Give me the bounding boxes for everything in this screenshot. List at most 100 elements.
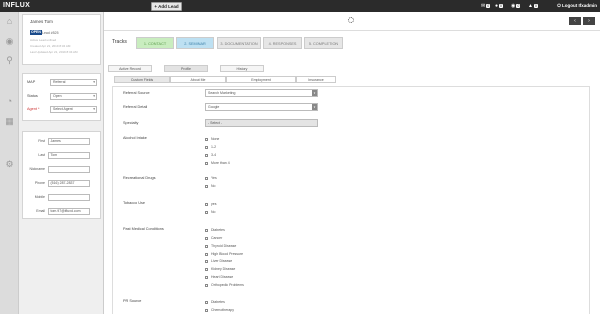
last-name-label: Last [38,153,45,157]
checkbox-option[interactable]: Heart Disease [205,275,233,281]
option-label: More than 4 [211,161,230,165]
checkbox-option[interactable]: None [205,137,219,143]
option-label: Heart Disease [211,275,234,279]
checkbox-icon [205,184,208,188]
next-lead-button[interactable]: › [583,17,595,25]
track-step-3-documentation[interactable]: 3. DOCUMENTATION [217,37,261,49]
nickname-input[interactable] [48,166,90,173]
pie-chart-icon[interactable]: ◔ [4,96,15,107]
checkbox-option[interactable]: Diabetes [205,228,225,234]
track-step-2-seminar[interactable]: 2. SEMINAR [176,37,214,49]
track-step-1-contact[interactable]: 1. CONTACT [136,37,174,49]
tab-history[interactable]: History [220,65,264,72]
last-name-row: Last Tom [23,152,102,160]
lead-meta-line: Created Apr 21, 2019 8:34 AM [30,44,71,48]
add-lead-button[interactable]: + Add Lead [151,2,182,11]
option-label: No [211,210,216,214]
tab-employment[interactable]: Employment [226,76,296,83]
checkbox-option[interactable]: yes [205,202,216,208]
checkbox-icon [205,252,208,256]
checkbox-option[interactable]: Thyroid Disease [205,244,236,250]
status-label: Status [27,94,38,98]
checkbox-icon [205,259,208,263]
prev-lead-button[interactable]: ‹ [569,17,581,25]
settings-icon[interactable]: ⚙ [4,159,15,170]
chat-indicator[interactable]: ● 0 [495,3,503,9]
checkbox-option[interactable]: Yes [205,176,217,182]
phone-input[interactable]: (516) 287-2837 [48,180,90,187]
checkbox-option[interactable]: Chemotherapy [205,308,234,314]
lead-summary-card: James Tom OPEN Lead #525 Active Lead unf… [22,14,101,65]
checkbox-option[interactable]: Orthopedic Problems [205,283,244,289]
referral-source-value: Search Marketing [208,91,236,95]
alert-icon: ▲ [528,3,533,9]
agent-select[interactable]: Select Agent [50,106,97,113]
specialty-select[interactable]: - Select - [205,119,318,127]
search-icon[interactable]: ⚲ [4,55,15,66]
mail-indicator[interactable]: ✉ 0 [481,3,491,9]
checkbox-option[interactable]: Diabetes [205,300,225,306]
option-label: Thyroid Disease [211,244,237,248]
calendar-icon[interactable]: ▦ [4,116,15,127]
home-icon[interactable]: ⌂ [4,16,15,27]
mobile-input[interactable] [48,194,90,201]
lead-name: James Tom [30,19,53,24]
logout-button[interactable]: ⏻ Logout Ifxadmin [557,3,597,8]
checkbox-icon [205,145,208,149]
first-name-row: First James [23,138,102,146]
logout-label: Logout Ifxadmin [562,3,597,8]
tab-active-record[interactable]: Active Record [108,65,152,72]
alert-count: 0 [533,4,538,8]
checkbox-option[interactable]: Cancer [205,236,222,242]
checkbox-icon [205,236,208,240]
option-label: Kidney Disease [211,267,236,271]
lead-meta-line: Active Lead unfixed [30,38,57,42]
checkbox-icon [205,202,208,206]
checkbox-option[interactable]: Liver Disease [205,259,232,265]
chevron-down-icon: ▾ [312,90,317,96]
alert-indicator[interactable]: ▲ 0 [528,3,538,9]
tab-insurance[interactable]: Insurance [296,76,336,83]
map-label: MAP [27,80,36,84]
status-select[interactable]: Open [50,93,97,100]
checkbox-option[interactable]: More than 4 [205,161,230,167]
checkbox-icon [205,308,208,312]
referral-source-select[interactable]: Search Marketing ▾ [205,89,318,97]
eye-icon[interactable]: ◉ [4,36,15,47]
lead-number: Lead #525 [42,31,59,35]
tab-custom-fields[interactable]: Custom Fields [114,76,170,83]
agent-field: Agent * Select Agent [23,106,102,114]
checkbox-icon [205,300,208,304]
checkbox-option[interactable]: No [205,184,215,190]
checkbox-option[interactable]: Kidney Disease [205,267,235,273]
track-step-4-responses[interactable]: 4. RESPONSES [263,37,302,49]
chat-count: 0 [499,4,503,8]
tab-profile[interactable]: Profile [164,65,208,72]
main-content: ‹ › Tracks 1. CONTACT 2. SEMINAR 3. DOCUME… [104,12,600,314]
checkbox-option[interactable]: No [205,210,215,216]
tab-about-me[interactable]: About Me [170,76,226,83]
checkbox-icon [205,228,208,232]
app-logo[interactable]: INFLUX [3,2,30,9]
first-name-input[interactable]: James [48,138,90,145]
specialty-label: Specialty [123,121,139,125]
checkbox-icon [205,275,208,279]
email-input[interactable]: tom.97@ifluxd.com [48,208,90,215]
referral-detail-select[interactable]: Google ▾ [205,103,318,111]
nickname-row: Nickname [23,166,102,174]
tracks-label: Tracks [112,39,127,45]
checkbox-icon [205,161,208,165]
track-step-5-completion[interactable]: 5. COMPLETION [304,37,343,49]
users-indicator[interactable]: ◉ 0 [511,3,521,9]
past-medical-label: Past Medical Conditions [123,227,164,231]
checkbox-icon [205,153,208,157]
checkbox-option[interactable]: 3-4 [205,153,216,159]
checkbox-option[interactable]: 1-2 [205,145,216,151]
checkbox-option[interactable]: High Blood Pressure [205,252,243,258]
option-label: Chemotherapy [211,308,234,312]
tobacco-use-label: Tobacco Use [123,201,145,205]
last-name-input[interactable]: Tom [48,152,90,159]
map-select[interactable]: Referral [50,79,97,86]
chevron-down-icon: ▾ [312,104,317,110]
icon-sidebar: ⌂ ◉ ⚲ ◔ ▦ ⚙ [0,12,19,314]
